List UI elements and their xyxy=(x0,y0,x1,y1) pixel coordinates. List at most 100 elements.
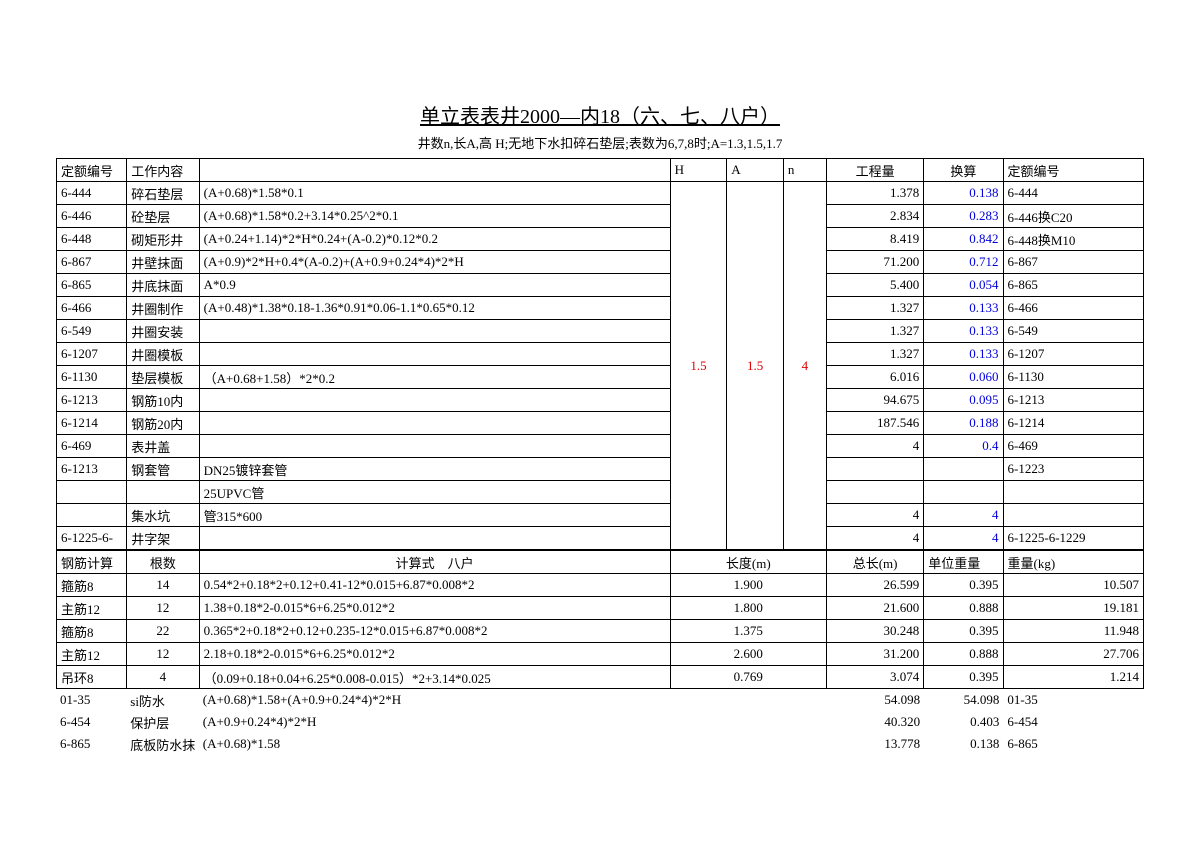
cell-qty: 1.378 xyxy=(826,182,923,205)
hdr-code: 定额编号 xyxy=(57,159,127,182)
cell-total: 13.778 xyxy=(827,733,924,755)
cell-mass: 11.948 xyxy=(1003,620,1143,643)
cell-code: 6-446 xyxy=(57,205,127,228)
hdr2-length: 长度(m) xyxy=(670,551,826,574)
cell-work: 垫层模板 xyxy=(127,366,199,389)
val-n: 4 xyxy=(783,182,826,550)
table-row: 6-448 砌矩形井 (A+0.24+1.14)*2*H*0.24+(A-0.2… xyxy=(57,228,1144,251)
cell-conv: 4 xyxy=(924,504,1003,527)
cell-code: 6-1130 xyxy=(57,366,127,389)
cell-code: 6-448 xyxy=(57,228,127,251)
cell-code2: 6-1130 xyxy=(1003,366,1143,389)
table-row: 6-1213 钢筋10内 94.675 0.095 6-1213 xyxy=(57,389,1144,412)
cell-formula: （A+0.68+1.58）*2*0.2 xyxy=(199,366,670,389)
table-row: 6-1130 垫层模板 （A+0.68+1.58）*2*0.2 6.016 0.… xyxy=(57,366,1144,389)
cell-code2: 6-865 xyxy=(1003,274,1143,297)
cell-qty: 8.419 xyxy=(826,228,923,251)
hdr2-formula: 计算式 八户 xyxy=(199,551,670,574)
cell-work: 砌矩形井 xyxy=(127,228,199,251)
cell-formula: 25UPVC管 xyxy=(199,481,670,504)
cell-mass: 19.181 xyxy=(1003,597,1143,620)
cell-code: 6-549 xyxy=(57,320,127,343)
cell-qty: 1.327 xyxy=(826,343,923,366)
cell-code2: 01-35 xyxy=(1003,689,1144,711)
table-row: 6-865 井底抹面 A*0.9 5.400 0.054 6-865 xyxy=(57,274,1144,297)
hdr2-total: 总长(m) xyxy=(826,551,923,574)
cell-qty: 1.327 xyxy=(826,320,923,343)
cell-total: 31.200 xyxy=(826,643,923,666)
cell-code2: 6-1213 xyxy=(1003,389,1143,412)
cell-w: 54.098 xyxy=(924,689,1003,711)
cell-code2 xyxy=(1003,504,1143,527)
cell-type: 吊环8 xyxy=(57,666,127,689)
table-row: 吊环8 4 （0.09+0.18+0.04+6.25*0.008-0.015）*… xyxy=(57,666,1144,689)
cell-code2: 6-466 xyxy=(1003,297,1143,320)
cell-formula: (A+0.68)*1.58*0.2+3.14*0.25^2*0.1 xyxy=(199,205,670,228)
cell-unitw: 0.888 xyxy=(924,597,1003,620)
table-row: 6-469 表井盖 4 0.4 6-469 xyxy=(57,435,1144,458)
cell-formula: 2.18+0.18*2-0.015*6+6.25*0.012*2 xyxy=(199,643,670,666)
page-title: 单立表表井2000—内18（六、七、八户） xyxy=(56,100,1144,129)
cell-code: 6-1214 xyxy=(57,412,127,435)
footer-table: 01-35 si防水 (A+0.68)*1.58+(A+0.9+0.24*4)*… xyxy=(56,689,1144,755)
cell-w: 0.138 xyxy=(924,733,1003,755)
cell-type: 主筋12 xyxy=(57,597,127,620)
cell-formula xyxy=(199,343,670,366)
cell-code: 6-1207 xyxy=(57,343,127,366)
cell-formula: (A+0.68)*1.58+(A+0.9+0.24*4)*2*H xyxy=(199,689,670,711)
table-row: 6-1207 井圈模板 1.327 0.133 6-1207 xyxy=(57,343,1144,366)
hdr-A: A xyxy=(727,159,784,182)
hdr-code2: 定额编号 xyxy=(1003,159,1143,182)
cell-work: 井圈制作 xyxy=(127,297,199,320)
cell-formula: DN25镀锌套管 xyxy=(199,458,670,481)
cell-count: 12 xyxy=(127,597,199,620)
cell-count: 14 xyxy=(127,574,199,597)
cell-conv: 4 xyxy=(924,527,1003,550)
cell-qty: 5.400 xyxy=(826,274,923,297)
cell-code2: 6-469 xyxy=(1003,435,1143,458)
cell-conv: 0.283 xyxy=(924,205,1003,228)
cell-code xyxy=(57,481,127,504)
cell-formula xyxy=(199,320,670,343)
cell-length: 2.600 xyxy=(670,643,826,666)
cell-code2: 6-444 xyxy=(1003,182,1143,205)
cell-formula xyxy=(199,412,670,435)
cell-formula: 管315*600 xyxy=(199,504,670,527)
hdr-blank xyxy=(199,159,670,182)
cell-code2: 6-446换C20 xyxy=(1003,205,1143,228)
hdr-conv: 换算 xyxy=(924,159,1003,182)
cell-work xyxy=(127,481,199,504)
cell-qty: 94.675 xyxy=(826,389,923,412)
table-row: 集水坑 管315*600 4 4 xyxy=(57,504,1144,527)
cell-formula xyxy=(199,527,670,550)
cell-conv: 0.133 xyxy=(924,320,1003,343)
cell-work: 井圈模板 xyxy=(127,343,199,366)
cell-qty xyxy=(826,481,923,504)
cell-code: 6-444 xyxy=(57,182,127,205)
cell-qty: 4 xyxy=(826,435,923,458)
cell-length: 1.900 xyxy=(670,574,826,597)
cell-code2: 6-1225-6-1229 xyxy=(1003,527,1143,550)
cell-work: 集水坑 xyxy=(127,504,199,527)
table-row: 6-466 井圈制作 (A+0.48)*1.38*0.18-1.36*0.91*… xyxy=(57,297,1144,320)
cell-formula xyxy=(199,435,670,458)
hdr2-mass: 重量(kg) xyxy=(1003,551,1143,574)
cell-qty: 71.200 xyxy=(826,251,923,274)
cell-mass: 27.706 xyxy=(1003,643,1143,666)
val-A: 1.5 xyxy=(727,182,784,550)
cell-count: 12 xyxy=(127,643,199,666)
cell-work: 保护层 xyxy=(126,711,199,733)
cell-total: 3.074 xyxy=(826,666,923,689)
cell-conv: 0.842 xyxy=(924,228,1003,251)
cell-code2: 6-865 xyxy=(1003,733,1144,755)
cell-conv: 0.188 xyxy=(924,412,1003,435)
cell-unitw: 0.888 xyxy=(924,643,1003,666)
cell-code2: 6-1214 xyxy=(1003,412,1143,435)
cell-work: 钢筋10内 xyxy=(127,389,199,412)
table-row: 箍筋8 14 0.54*2+0.18*2+0.12+0.41-12*0.015+… xyxy=(57,574,1144,597)
cell-conv: 0.133 xyxy=(924,343,1003,366)
page-subtitle: 井数n,长A,高 H;无地下水扣碎石垫层;表数为6,7,8时;A=1.3,1.5… xyxy=(56,133,1144,152)
header-row: 定额编号 工作内容 H A n 工程量 换算 定额编号 xyxy=(57,159,1144,182)
hdr2-unitw: 单位重量 xyxy=(924,551,1003,574)
cell-total: 21.600 xyxy=(826,597,923,620)
